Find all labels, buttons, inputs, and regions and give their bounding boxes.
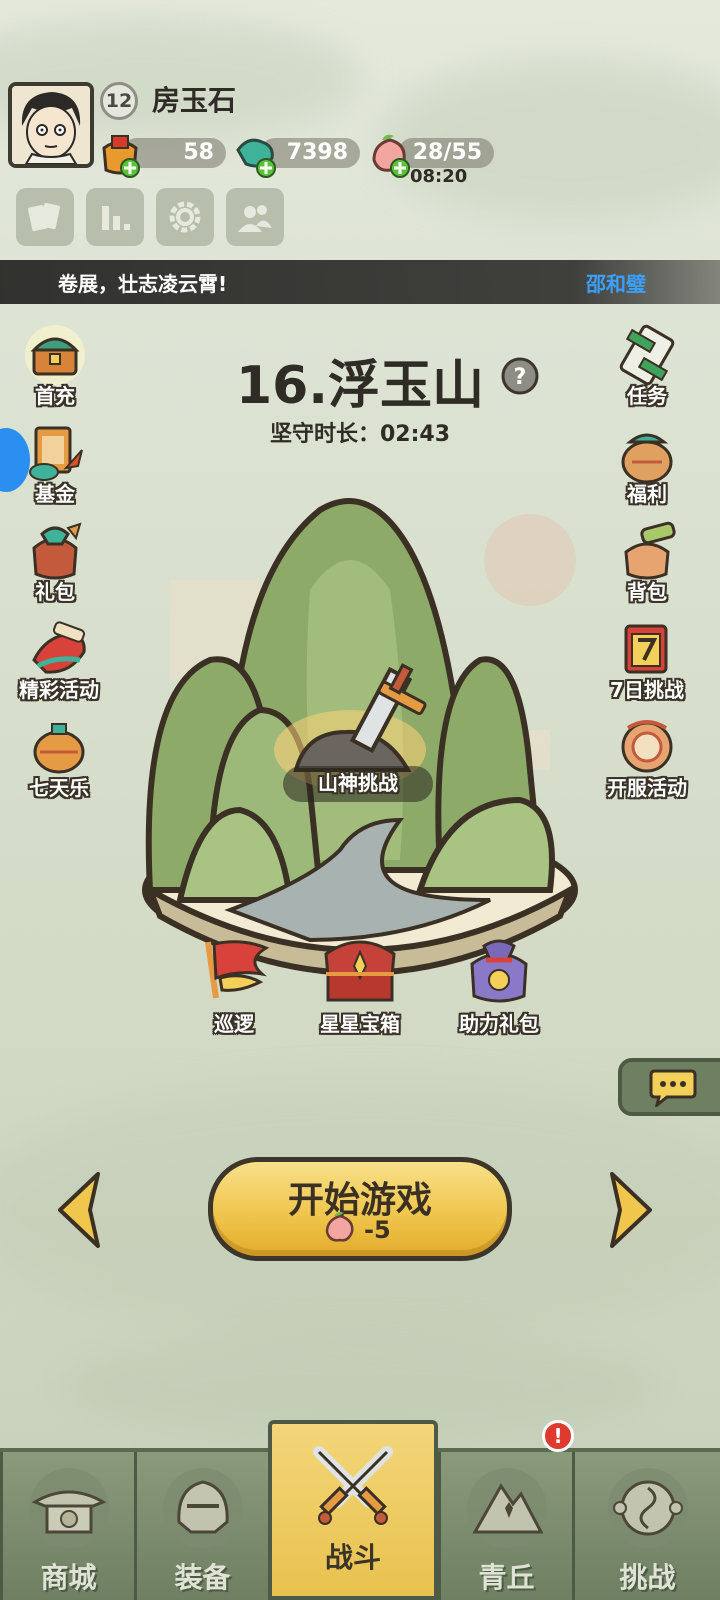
- tab-shop-label: 商城: [40, 1561, 97, 1594]
- tab-equipment[interactable]: 装备: [134, 1452, 268, 1600]
- tab-qingqiu[interactable]: 青丘: [438, 1452, 572, 1600]
- tab-shop[interactable]: 商城: [0, 1452, 134, 1600]
- friends-button[interactable]: [226, 188, 284, 246]
- dragon-scroll-icon: [32, 621, 86, 674]
- patrol-button[interactable]: 巡逻: [186, 934, 282, 1036]
- mountain-peak-icon: [466, 1468, 547, 1548]
- side-label-events: 精彩活动: [19, 678, 99, 702]
- tab-equipment-label: 装备: [174, 1561, 231, 1594]
- player-name: 房玉石: [152, 84, 237, 117]
- lantern-icon: [33, 723, 85, 774]
- backpack-icon: [624, 521, 676, 580]
- help-icon[interactable]: ?: [500, 356, 540, 396]
- gift-pack-button[interactable]: 礼包: [0, 518, 110, 614]
- server-event-drum-icon: [621, 720, 673, 773]
- helmet-icon: [162, 1468, 243, 1548]
- side-label-welfare: 福利: [627, 482, 667, 506]
- patrol-label: 巡逻: [214, 1012, 254, 1036]
- gold-bag-add-icon[interactable]: [96, 130, 140, 178]
- hold-time: 坚守时长：02:43: [269, 422, 451, 447]
- tab-battle[interactable]: 战斗: [268, 1420, 438, 1600]
- chat-button[interactable]: [618, 1058, 720, 1116]
- seven-day-joy-button[interactable]: 七天乐: [4, 714, 114, 810]
- assist-pack-label: 助力礼包: [459, 1012, 539, 1036]
- assist-pack-button[interactable]: 助力礼包: [446, 934, 552, 1036]
- side-label-backpack: 背包: [627, 580, 667, 604]
- start-game-label: 开始游戏: [287, 1180, 432, 1221]
- bar-chart-icon: [102, 206, 130, 230]
- svg-text:?: ?: [514, 365, 527, 390]
- stage-title: 16.浮玉山: [235, 356, 485, 416]
- peach-stamina-add-icon[interactable]: [366, 130, 410, 178]
- calendar-seven-icon: [624, 624, 668, 674]
- gear-icon: [169, 201, 201, 233]
- tab-battle-label: 战斗: [324, 1541, 381, 1574]
- mountain-god-challenge-label: 山神挑战: [318, 771, 398, 795]
- stamina-timer: 08:20: [410, 166, 468, 187]
- star-chest-icon: [324, 940, 396, 1002]
- player-avatar[interactable]: [8, 82, 94, 168]
- side-label-fund: 基金: [35, 482, 75, 506]
- qingqiu-alert-badge: !: [542, 1420, 574, 1452]
- announcement-text: 卷展，壮志凌云霄!: [58, 272, 228, 296]
- chat-bubble-icon: [649, 1069, 697, 1107]
- pagoda-shop-icon: [28, 1468, 109, 1548]
- crossed-swords-icon: [313, 1446, 393, 1525]
- flag-icon: [205, 940, 270, 999]
- ranking-button[interactable]: [86, 188, 144, 246]
- assist-bag-icon: [470, 939, 528, 1003]
- tab-challenge-label: 挑战: [619, 1561, 676, 1594]
- tab-challenge[interactable]: 挑战: [572, 1452, 720, 1600]
- star-chest-label: 星星宝箱: [320, 1012, 400, 1036]
- settings-button[interactable]: [156, 188, 214, 246]
- previous-stage-arrow-icon[interactable]: [54, 1170, 104, 1250]
- friends-icon: [238, 205, 272, 232]
- mountain-map-illustration: [142, 498, 578, 976]
- jade-add-icon[interactable]: [232, 130, 276, 178]
- events-button[interactable]: 精彩活动: [4, 616, 114, 712]
- side-label-seven-day: 七天乐: [29, 776, 89, 800]
- stamina-cost: -5: [364, 1216, 391, 1244]
- cards-button[interactable]: [16, 188, 74, 246]
- announcement-user[interactable]: 邵和璧: [586, 268, 646, 297]
- side-label-server-events: 开服活动: [607, 776, 687, 800]
- player-level-badge: 12: [100, 82, 138, 120]
- side-label-gift-pack: 礼包: [35, 580, 75, 604]
- peach-icon: [325, 1212, 354, 1242]
- next-stage-arrow-icon[interactable]: [606, 1170, 656, 1250]
- star-chest-button[interactable]: 星星宝箱: [306, 934, 414, 1036]
- tab-qingqiu-label: 青丘: [478, 1561, 535, 1594]
- gift-bag-icon: [32, 522, 82, 580]
- side-label-seven-day-challenge: 7日挑战: [610, 678, 684, 702]
- drum-challenge-icon: [607, 1468, 688, 1548]
- cards-icon: [28, 202, 60, 232]
